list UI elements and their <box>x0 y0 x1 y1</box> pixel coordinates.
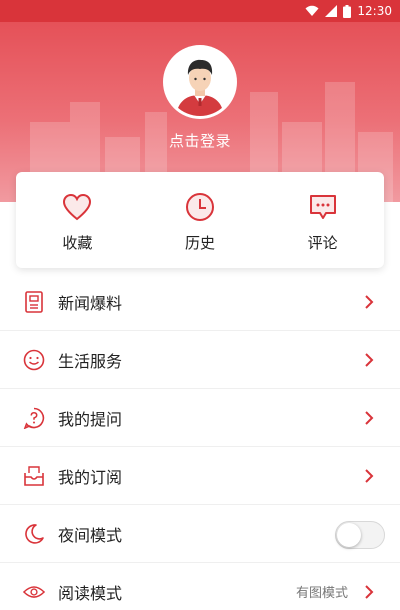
moon-icon <box>23 523 45 545</box>
reading-mode-value: 有图模式 <box>295 586 348 601</box>
inbox-icon <box>23 465 45 487</box>
quick-action-history[interactable]: 历史 <box>139 172 262 268</box>
menu-item-my-questions[interactable]: 我的提问 <box>0 389 400 447</box>
menu-item-label: 我的提问 <box>58 409 123 429</box>
chevron-right-icon <box>365 295 374 309</box>
toggle-knob <box>337 523 361 547</box>
menu-item-label: 生活服务 <box>58 351 123 371</box>
chevron-right-icon <box>365 353 374 367</box>
heart-icon <box>62 192 92 222</box>
clock-icon <box>185 192 215 222</box>
menu-item-life-services[interactable]: 生活服务 <box>0 331 400 389</box>
menu-item-reading-mode[interactable]: 阅读模式 有图模式 <box>0 563 400 610</box>
quick-action-comments[interactable]: 评论 <box>261 172 384 268</box>
chevron-right-icon <box>365 585 374 599</box>
chevron-right-icon <box>365 411 374 425</box>
night-mode-toggle[interactable] <box>335 521 385 549</box>
status-bar: 12:30 <box>0 0 400 22</box>
menu-item-my-subscriptions[interactable]: 我的订阅 <box>0 447 400 505</box>
status-time: 12:30 <box>357 4 392 18</box>
menu-item-label: 我的订阅 <box>58 467 123 487</box>
menu-item-label: 新闻爆料 <box>58 293 123 313</box>
login-link[interactable]: 点击登录 <box>0 130 400 151</box>
signal-icon <box>325 5 338 17</box>
question-icon <box>23 407 45 429</box>
quick-action-favorites[interactable]: 收藏 <box>16 172 139 268</box>
menu-item-label: 夜间模式 <box>58 525 123 545</box>
eye-icon <box>23 581 45 603</box>
settings-menu: 新闻爆料 生活服务 我的提问 我的订阅 夜间模式 阅读模式 有图模式 <box>0 273 400 610</box>
quick-action-label: 历史 <box>185 234 216 252</box>
quick-action-label: 评论 <box>307 234 338 252</box>
battery-icon <box>343 4 352 18</box>
menu-item-night-mode: 夜间模式 <box>0 505 400 563</box>
menu-item-label: 阅读模式 <box>58 583 123 603</box>
status-icons: 12:30 <box>305 0 392 22</box>
quick-actions-card: 收藏 历史 评论 <box>16 172 384 268</box>
quick-action-label: 收藏 <box>62 234 93 252</box>
smile-icon <box>23 349 45 371</box>
avatar[interactable] <box>163 45 237 119</box>
wifi-icon <box>305 5 319 17</box>
chevron-right-icon <box>365 469 374 483</box>
menu-item-news-tips[interactable]: 新闻爆料 <box>0 273 400 331</box>
comment-icon <box>308 192 338 222</box>
document-icon <box>23 291 45 313</box>
